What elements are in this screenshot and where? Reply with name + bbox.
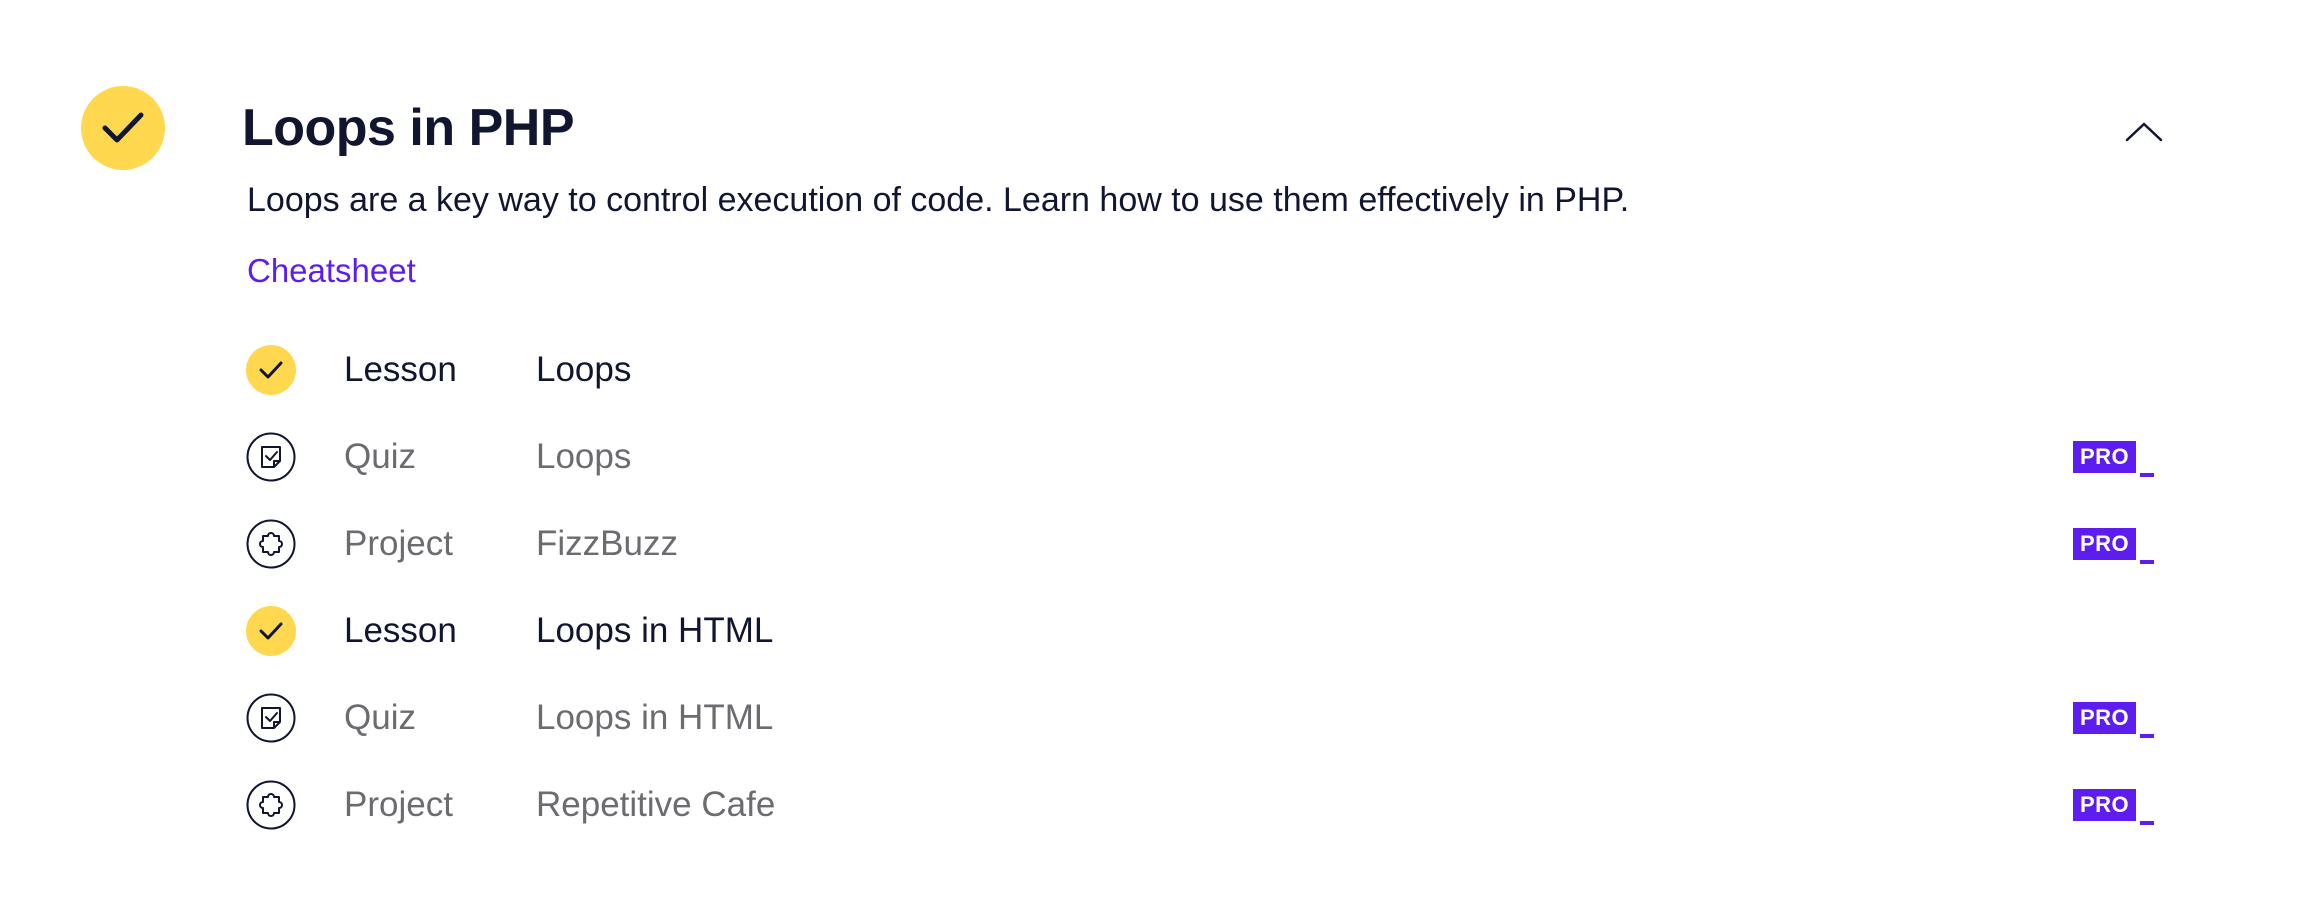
item-name-label[interactable]: Loops <box>536 435 631 479</box>
pro-badge-cursor <box>2140 734 2155 738</box>
cheatsheet-link[interactable]: Cheatsheet <box>247 249 416 293</box>
item-type-label: Project <box>344 784 453 824</box>
pro-badge: PRO <box>2073 698 2155 738</box>
pro-badge: PRO <box>2073 785 2155 825</box>
list-item[interactable]: Project FizzBuzz PRO <box>246 500 2166 587</box>
item-name-label[interactable]: FizzBuzz <box>536 522 678 566</box>
list-item[interactable]: Quiz Loops PRO <box>246 413 2166 500</box>
pro-badge: PRO <box>2073 437 2155 477</box>
item-type-label: Project <box>344 523 453 563</box>
quiz-icon <box>246 693 296 743</box>
list-item[interactable]: Lesson Loops <box>246 326 2166 413</box>
item-type-label: Lesson <box>344 349 457 389</box>
pro-badge-cursor <box>2140 560 2155 564</box>
module-section: Loops in PHP Loops are a key way to cont… <box>0 0 2302 898</box>
checkmark-icon <box>246 344 296 395</box>
module-description: Loops are a key way to control execution… <box>247 181 1630 219</box>
pro-badge-cursor <box>2140 473 2155 477</box>
list-item[interactable]: Quiz Loops in HTML PRO <box>246 674 2166 761</box>
module-title: Loops in PHP <box>242 99 575 157</box>
list-item[interactable]: Lesson Loops in HTML <box>246 587 2166 674</box>
collapse-button[interactable] <box>2118 112 2170 152</box>
pro-badge-text: PRO <box>2073 702 2137 734</box>
item-type-label: Quiz <box>344 697 416 737</box>
item-type-label: Quiz <box>344 436 416 476</box>
checkmark-icon <box>246 605 296 656</box>
puzzle-icon <box>246 780 296 830</box>
list-item[interactable]: Project Repetitive Cafe PRO <box>246 761 2166 848</box>
quiz-icon <box>246 432 296 482</box>
item-name-label[interactable]: Loops in HTML <box>536 609 773 653</box>
pro-badge-text: PRO <box>2073 528 2137 560</box>
item-name-label[interactable]: Repetitive Cafe <box>536 783 775 827</box>
chevron-up-icon <box>2125 122 2163 142</box>
pro-badge-text: PRO <box>2073 789 2137 821</box>
pro-badge-text: PRO <box>2073 441 2137 473</box>
item-name-label[interactable]: Loops <box>536 348 631 392</box>
puzzle-icon <box>246 519 296 569</box>
module-item-list: Lesson Loops Quiz Loops PRO Project Fizz… <box>246 326 2166 848</box>
item-name-label[interactable]: Loops in HTML <box>536 696 773 740</box>
pro-badge: PRO <box>2073 524 2155 564</box>
item-type-label: Lesson <box>344 610 457 650</box>
pro-badge-cursor <box>2140 821 2155 825</box>
module-completed-check-icon <box>81 86 165 170</box>
